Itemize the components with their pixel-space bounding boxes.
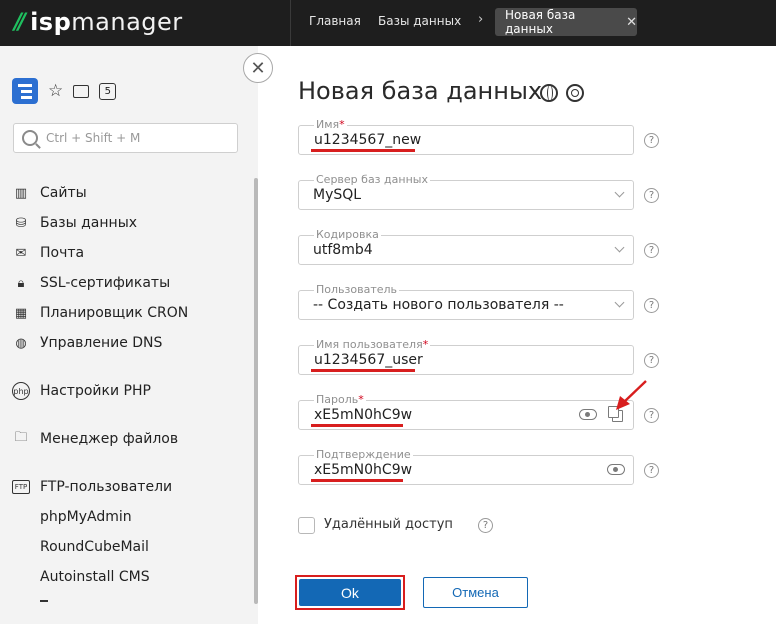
calendar-icon: ▦ [14,305,28,321]
sidebar-item-label: Управление DNS [40,335,163,351]
chevron-down-icon [614,187,625,198]
sidebar-item-label: Менеджер файлов [40,431,179,447]
sidebar-item-phpmyadmin[interactable]: phpMyAdmin [12,506,132,528]
top-bar: // ispmanager Главная Базы данных › Нова… [0,0,776,46]
help-icon[interactable]: ? [644,133,659,148]
breadcrumb-databases[interactable]: Базы данных [378,14,461,28]
favorites-star-icon[interactable]: ☆ [48,81,63,101]
sidebar-item-ssl[interactable]: 🔒︎ SSL-сертификаты [12,272,171,294]
sidebar-item-roundcube[interactable]: RoundCubeMail [12,536,149,558]
name-value: u1234567_new [314,132,422,148]
help-icon[interactable]: ? [644,188,659,203]
sites-icon: ▥ [14,185,28,201]
help-icon[interactable]: ? [478,518,493,533]
menu-search-input[interactable]: Ctrl + Shift + M [13,123,238,153]
annotation-arrow [616,380,647,410]
chevron-down-icon [614,242,625,253]
folder-icon: 🗀 [14,430,28,445]
sidebar-item-php[interactable]: php Настройки PHP [12,380,151,402]
sidebar-item-autoinstall[interactable]: Autoinstall CMS [12,566,150,588]
sidebar-item-label: Autoinstall CMS [40,569,150,585]
sidebar-item-label: Базы данных [40,215,138,231]
server-label: Сервер баз данных [314,173,430,186]
help-icon[interactable]: ? [644,243,659,258]
sidebar-toolbar: ☆ 5 [12,78,117,104]
tab-close-icon[interactable]: ✕ [626,15,637,30]
chevron-down-icon [614,297,625,308]
confirm-label: Подтверждение [314,448,413,461]
remote-access-checkbox[interactable] [298,517,315,534]
page-title: Новая база данных [298,77,543,105]
sidebar-item-dns[interactable]: ◍ Управление DNS [12,332,162,354]
logo-mark: // [14,9,26,35]
server-value: MySQL [313,187,362,203]
user-label: Пользователь [314,283,400,296]
username-value: u1234567_user [314,352,423,368]
sidebar-item-label: Планировщик CRON [40,305,189,321]
tab-label: Новая база данных [505,8,576,36]
close-icon: ✕ [250,57,266,79]
mail-icon: ✉ [15,245,27,261]
password-label: Пароль* [314,393,366,406]
sidebar-item-mail[interactable]: ✉ Почта [12,242,85,264]
title-icons [540,84,584,102]
breadcrumb-home[interactable]: Главная [309,14,361,28]
password-value: xE5mN0hC9w [314,407,413,423]
breadcrumb-chevron-icon: › [478,12,484,27]
sidebar-item-label: Сайты [40,185,87,201]
sidebar-item-file-manager[interactable]: 🗀 Менеджер файлов [12,428,178,450]
help-lifebuoy-icon[interactable] [566,84,584,102]
show-password-eye-icon[interactable] [607,464,625,475]
tab-new-database[interactable]: Новая база данных ✕ [495,8,637,36]
sidebar-item-label: Почта [40,245,85,261]
sidebar-scrollbar[interactable] [254,178,258,604]
confirm-value: xE5mN0hC9w [314,462,413,478]
notifications-count-badge[interactable]: 5 [99,82,117,100]
dns-globe-icon: ◍ [15,335,27,351]
sidebar-item-label: phpMyAdmin [40,509,132,525]
php-icon: php [12,382,30,400]
ispmanager-logo[interactable]: // ispmanager [14,7,183,37]
help-icon[interactable]: ? [644,298,659,313]
lock-icon: 🔒︎ [17,275,25,291]
annotation-underline [311,369,415,372]
logo-text: ispmanager [30,8,183,36]
sidebar: ☆ 5 Ctrl + Shift + M ▥ Сайты ⛁ Базы данных… [0,46,258,624]
logo-text-isp: isp [30,8,72,36]
sidebar-item-truncated [40,600,48,602]
charset-value: utf8mb4 [313,242,373,258]
annotation-underline [311,149,415,152]
remote-access-label: Удалённый доступ [324,517,453,532]
sidebar-item-label: Настройки PHP [40,383,151,399]
ftp-icon: FTP [12,480,30,494]
database-icon: ⛁ [15,215,27,231]
annotation-underline [311,479,403,482]
help-icon[interactable]: ? [644,353,659,368]
topbar-divider [290,0,291,46]
user-value: -- Создать нового пользователя -- [313,297,564,313]
help-icon[interactable]: ? [644,463,659,478]
search-placeholder: Ctrl + Shift + M [46,131,141,145]
annotation-underline [311,424,403,427]
sidebar-item-cron[interactable]: ▦ Планировщик CRON [12,302,188,324]
ok-button[interactable]: Ok [299,579,401,606]
sidebar-item-label: SSL-сертификаты [40,275,171,291]
close-form-button[interactable]: ✕ [243,53,273,83]
logo-text-manager: manager [71,8,183,36]
name-label: Имя* [314,118,347,131]
charset-label: Кодировка [314,228,381,241]
sidebar-item-label: FTP-пользователи [40,479,173,495]
sidebar-item-ftp[interactable]: FTP FTP-пользователи [12,476,172,498]
menu-tree-icon[interactable] [12,78,38,104]
search-icon [22,130,38,146]
sidebar-item-databases[interactable]: ⛁ Базы данных [12,212,138,234]
sidebar-item-sites[interactable]: ▥ Сайты [12,182,87,204]
clipboard-icon[interactable] [73,84,90,98]
sidebar-item-label: RoundCubeMail [40,539,149,555]
globe-icon[interactable] [540,84,558,102]
show-password-eye-icon[interactable] [579,409,597,420]
cancel-button[interactable]: Отмена [423,577,528,608]
username-label: Имя пользователя* [314,338,431,351]
